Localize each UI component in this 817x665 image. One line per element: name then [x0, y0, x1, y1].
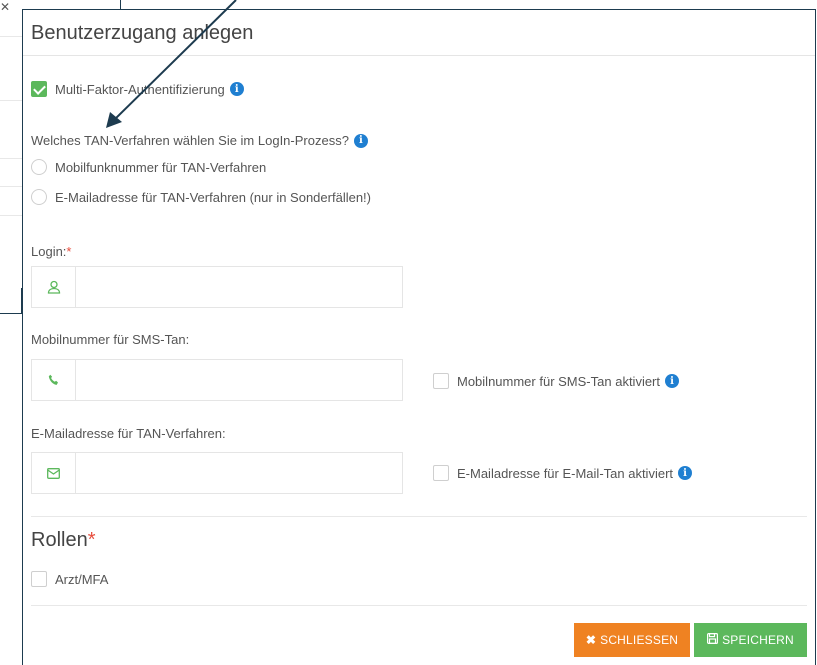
login-input-group: [31, 266, 403, 308]
login-input[interactable]: [76, 267, 402, 307]
tan-question-label: Welches TAN-Verfahren wählen Sie im LogI…: [31, 133, 349, 148]
background-divider: [0, 215, 22, 216]
info-circle-icon[interactable]: i: [678, 466, 693, 480]
phone-icon: [32, 360, 76, 400]
info-circle-icon[interactable]: i: [229, 82, 244, 96]
mobile-input-group: [31, 359, 403, 401]
email-activated-checkbox[interactable]: [433, 465, 449, 481]
tan-radio-email[interactable]: [31, 189, 47, 205]
tan-radio-mobile[interactable]: [31, 159, 47, 175]
mfa-checkbox[interactable]: [31, 81, 47, 97]
mobile-activated-label: Mobilnummer für SMS-Tan aktiviert: [457, 373, 660, 389]
email-input[interactable]: [76, 453, 402, 493]
email-input-group: [31, 452, 403, 494]
tan-option-label: E-Mailadresse für TAN-Verfahren (nur in …: [55, 189, 371, 205]
mobile-activated-checkbox[interactable]: [433, 373, 449, 389]
close-icon: ✖: [585, 633, 597, 647]
close-button-label: SCHLIESSEN: [600, 633, 679, 647]
dialog-title: Benutzerzugang anlegen: [31, 22, 254, 44]
background-divider: [0, 186, 22, 187]
user-icon: [32, 267, 76, 307]
save-button[interactable]: SPEICHERN: [694, 623, 807, 657]
mobile-label: Mobilnummer für SMS-Tan:: [31, 332, 190, 347]
tan-question-row: Welches TAN-Verfahren wählen Sie im LogI…: [31, 133, 368, 148]
info-circle-icon[interactable]: i: [665, 374, 679, 388]
email-activated-label: E-Mailadresse für E-Mail-Tan aktiviert: [457, 465, 674, 481]
footer-divider: [31, 605, 807, 606]
mfa-label: Multi-Faktor-Authentifizierung: [55, 81, 225, 97]
background-divider: [0, 36, 22, 37]
background-divider: [0, 158, 22, 159]
mfa-row: Multi-Faktor-Authentifizierung i: [31, 81, 244, 97]
floppy-disk-icon: [707, 633, 719, 647]
login-label: Login:*: [31, 244, 72, 259]
roles-title: Rollen*: [31, 529, 96, 551]
mobile-activated-row: Mobilnummer für SMS-Tan aktiviert i: [433, 373, 679, 389]
email-label: E-Mailadresse für TAN-Verfahren:: [31, 426, 226, 441]
create-user-dialog: Benutzerzugang anlegen Multi-Faktor-Auth…: [22, 9, 816, 665]
role-label: Arzt/MFA: [55, 571, 109, 587]
close-button[interactable]: ✖ SCHLIESSEN: [574, 623, 690, 657]
tan-option-email[interactable]: E-Mailadresse für TAN-Verfahren (nur in …: [31, 189, 371, 205]
background-frame: [0, 288, 22, 314]
role-checkbox[interactable]: [31, 571, 47, 587]
tan-option-label: Mobilfunknummer für TAN-Verfahren: [55, 159, 267, 175]
email-activated-row: E-Mailadresse für E-Mail-Tan aktiviert i: [433, 465, 693, 481]
background-divider: [0, 100, 22, 101]
envelope-icon: [32, 453, 76, 493]
save-button-label: SPEICHERN: [722, 633, 794, 647]
dialog-header: Benutzerzugang anlegen: [23, 10, 815, 56]
background-close-icon: ✕: [0, 0, 11, 14]
role-item[interactable]: Arzt/MFA: [31, 571, 108, 587]
info-circle-icon[interactable]: i: [353, 133, 368, 148]
section-divider: [31, 516, 807, 517]
mobile-input[interactable]: [76, 360, 402, 400]
tan-option-mobile[interactable]: Mobilfunknummer für TAN-Verfahren: [31, 159, 266, 175]
